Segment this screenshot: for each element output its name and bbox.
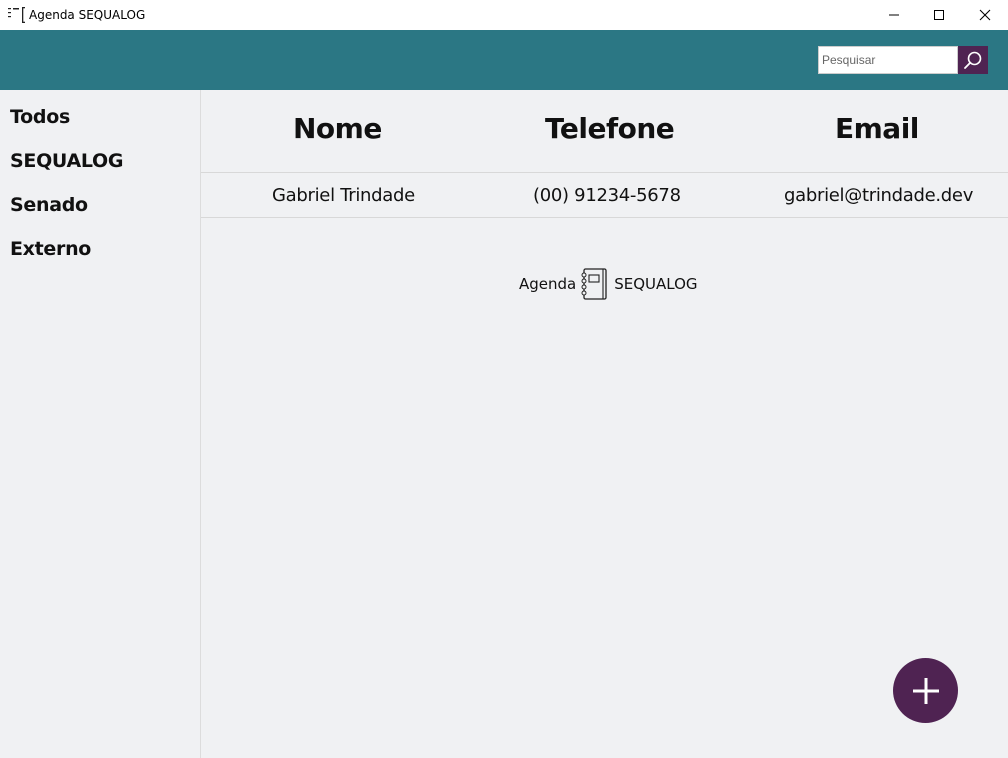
cell-nome: Gabriel Trindade <box>272 185 415 206</box>
search-button[interactable] <box>958 46 988 74</box>
window-title: Agenda SEQUALOG <box>29 8 146 22</box>
cell-telefone: (00) 91234-5678 <box>533 185 681 206</box>
close-icon <box>979 9 991 21</box>
brand-logo: Agenda SEQUALOG <box>519 268 698 300</box>
search-input[interactable] <box>818 46 958 74</box>
brand-text-left: Agenda <box>519 275 577 293</box>
cell-email: gabriel@trindade.dev <box>784 185 974 206</box>
maximize-icon <box>934 10 944 20</box>
sidebar-item-senado[interactable]: Senado <box>10 194 88 216</box>
close-button[interactable] <box>962 0 1008 30</box>
column-header-nome[interactable]: Nome <box>293 112 382 145</box>
table-header: Nome Telefone Email <box>201 90 1008 173</box>
sidebar: Todos SEQUALOG Senado Externo <box>0 90 201 758</box>
plus-icon <box>912 677 939 704</box>
column-header-email[interactable]: Email <box>835 112 919 145</box>
add-contact-button[interactable] <box>893 658 958 723</box>
table-row[interactable]: Gabriel Trindade (00) 91234-5678 gabriel… <box>201 173 1008 218</box>
brand-text-right: SEQUALOG <box>614 275 698 293</box>
sidebar-item-externo[interactable]: Externo <box>10 238 91 260</box>
sidebar-item-sequalog[interactable]: SEQUALOG <box>10 150 123 172</box>
app-notebook-icon <box>8 7 25 23</box>
title-bar: Agenda SEQUALOG <box>0 0 1008 30</box>
minimize-icon <box>889 14 899 16</box>
search-icon <box>964 51 982 69</box>
minimize-button[interactable] <box>871 0 917 30</box>
contacts-panel: Nome Telefone Email Gabriel Trindade (00… <box>201 90 1008 758</box>
sidebar-item-todos[interactable]: Todos <box>10 106 70 128</box>
maximize-button[interactable] <box>916 0 962 30</box>
notebook-icon <box>581 268 607 300</box>
column-header-telefone[interactable]: Telefone <box>545 112 675 145</box>
